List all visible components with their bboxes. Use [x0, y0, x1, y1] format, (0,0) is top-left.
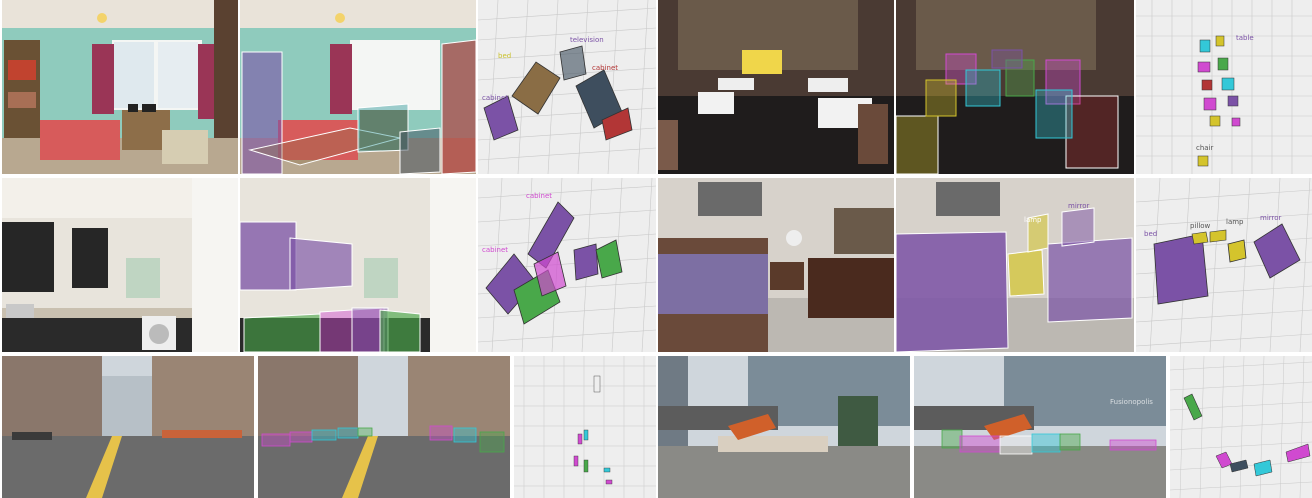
bev-label-pillow: pillow: [1190, 222, 1211, 230]
bev-label-cabinet-2: cabinet: [592, 64, 618, 72]
construction-bev: [1170, 356, 1312, 498]
kitchen-bev: cabinet cabinet: [478, 178, 656, 352]
overlay-label-mirror: mirror: [1068, 202, 1090, 210]
showroom-photo: [658, 178, 894, 352]
kitchen-boxes: [240, 178, 476, 352]
construction-photo: [658, 356, 910, 498]
bedroom-bev: bed television cabinet cabinet: [478, 0, 656, 174]
bedroom-photo: [2, 0, 238, 174]
bedroom-boxes: [240, 0, 476, 174]
bev-label-television: television: [570, 36, 604, 44]
bev-label-bed: bed: [498, 52, 511, 60]
construction-boxes: Fusionopolis: [914, 356, 1166, 498]
kitchen-photo: [2, 178, 238, 352]
bev-label-cabinet-b: cabinet: [482, 246, 508, 254]
restaurant-boxes: [896, 0, 1134, 174]
box-wardrobe: [441, 39, 476, 174]
street-photo: [2, 356, 254, 498]
overlay-label-lamp: lamp: [1024, 216, 1042, 224]
bev-label-bed-2: bed: [1144, 230, 1157, 238]
restaurant-bev: table chair: [1136, 0, 1312, 174]
showroom-bev: bed lamp mirror pillow: [1136, 178, 1312, 352]
restaurant-photo: [658, 0, 894, 174]
bev-label-chair: chair: [1196, 144, 1214, 152]
bev-label-cabinet-a: cabinet: [526, 192, 552, 200]
bev-label-mirror: mirror: [1260, 214, 1282, 222]
box-dresser: [399, 127, 441, 174]
street-bev: [514, 356, 656, 498]
bev-label-table: table: [1236, 34, 1254, 42]
watermark-text: Fusionopolis: [1110, 398, 1153, 406]
showroom-boxes: lamp mirror: [896, 178, 1134, 352]
bev-label-lamp: lamp: [1226, 218, 1244, 226]
bev-label-cabinet-1: cabinet: [482, 94, 508, 102]
street-boxes: [258, 356, 510, 498]
